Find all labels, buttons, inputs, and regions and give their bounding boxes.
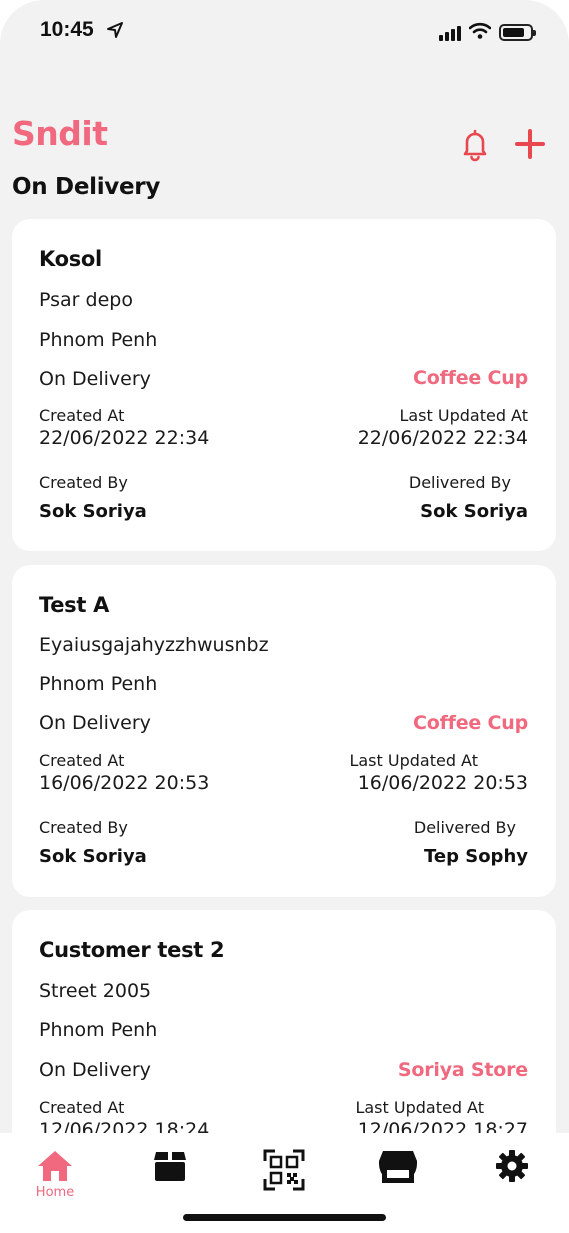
created-by-label: Created By [39, 473, 128, 492]
app-screen: 10:45 Sndit On Delivery Kosol Psar depo … [0, 0, 569, 1233]
page-title: On Delivery [12, 174, 161, 200]
tab-home-label: Home [35, 1185, 75, 1200]
tab-stores[interactable] [368, 1149, 428, 1209]
home-icon [38, 1151, 72, 1181]
last-updated-value: 22/06/2022 22:34 [357, 427, 528, 449]
customer-address: Psar depo [39, 289, 133, 311]
delivered-by-label: Delivered By [413, 818, 516, 837]
customer-city: Phnom Penh [39, 329, 158, 351]
delivery-card[interactable]: Kosol Psar depo Phnom Penh On Delivery C… [12, 219, 556, 551]
status-time: 10:45 [40, 18, 94, 41]
delivery-card[interactable]: Test A Eyaiusgajahyzzhwusnbz Phnom Penh … [12, 565, 556, 897]
delivery-status: On Delivery [39, 712, 151, 734]
delivery-card[interactable]: Customer test 2 Street 2005 Phnom Penh O… [12, 910, 556, 1135]
created-at-label: Created At [39, 751, 125, 770]
created-at-value: 16/06/2022 20:53 [39, 772, 210, 794]
created-at-label: Created At [39, 1098, 125, 1117]
delivered-by-value: Sok Soriya [420, 501, 528, 522]
qr-code-icon [263, 1149, 305, 1191]
tab-home[interactable]: Home [25, 1149, 85, 1209]
customer-name: Customer test 2 [39, 938, 225, 962]
tab-scan[interactable] [254, 1149, 314, 1209]
delivered-by-label: Delivered By [408, 473, 511, 492]
app-logo: Sndit [12, 114, 108, 153]
last-updated-label: Last Updated At [355, 1098, 484, 1117]
store-name: Coffee Cup [413, 712, 528, 734]
add-delivery-button[interactable] [512, 126, 548, 162]
home-indicator[interactable] [183, 1214, 386, 1221]
store-name: Soriya Store [397, 1059, 528, 1081]
wifi-icon [468, 22, 492, 43]
store-icon [379, 1151, 417, 1183]
status-bar: 10:45 [0, 0, 569, 70]
customer-name: Test A [39, 593, 110, 617]
bell-icon [463, 129, 487, 162]
tab-packages[interactable] [140, 1149, 200, 1209]
cellular-signal-icon [439, 25, 461, 41]
customer-city: Phnom Penh [39, 673, 158, 695]
customer-address: Eyaiusgajahyzzhwusnbz [39, 634, 269, 656]
battery-icon [499, 24, 536, 41]
delivery-status: On Delivery [39, 368, 151, 390]
notifications-button[interactable] [457, 126, 493, 162]
tab-settings[interactable] [482, 1149, 542, 1209]
created-at-value: 22/06/2022 22:34 [39, 427, 210, 449]
created-by-label: Created By [39, 818, 128, 837]
gear-icon [496, 1150, 528, 1182]
created-by-value: Sok Soriya [39, 501, 147, 522]
last-updated-value: 16/06/2022 20:53 [357, 772, 528, 794]
customer-address: Street 2005 [39, 980, 152, 1002]
customer-city: Phnom Penh [39, 1019, 158, 1041]
created-by-value: Sok Soriya [39, 846, 147, 867]
delivered-by-value: Tep Sophy [423, 846, 528, 867]
status-icons [439, 22, 536, 43]
location-arrow-icon [106, 21, 124, 43]
customer-name: Kosol [39, 247, 102, 271]
last-updated-label: Last Updated At [349, 751, 478, 770]
store-name: Coffee Cup [413, 367, 528, 389]
package-icon [154, 1152, 186, 1181]
delivery-status: On Delivery [39, 1059, 151, 1081]
created-at-label: Created At [39, 406, 125, 425]
delivery-list[interactable]: Kosol Psar depo Phnom Penh On Delivery C… [12, 219, 556, 1135]
last-updated-label: Last Updated At [399, 406, 528, 425]
plus-icon [515, 129, 545, 159]
